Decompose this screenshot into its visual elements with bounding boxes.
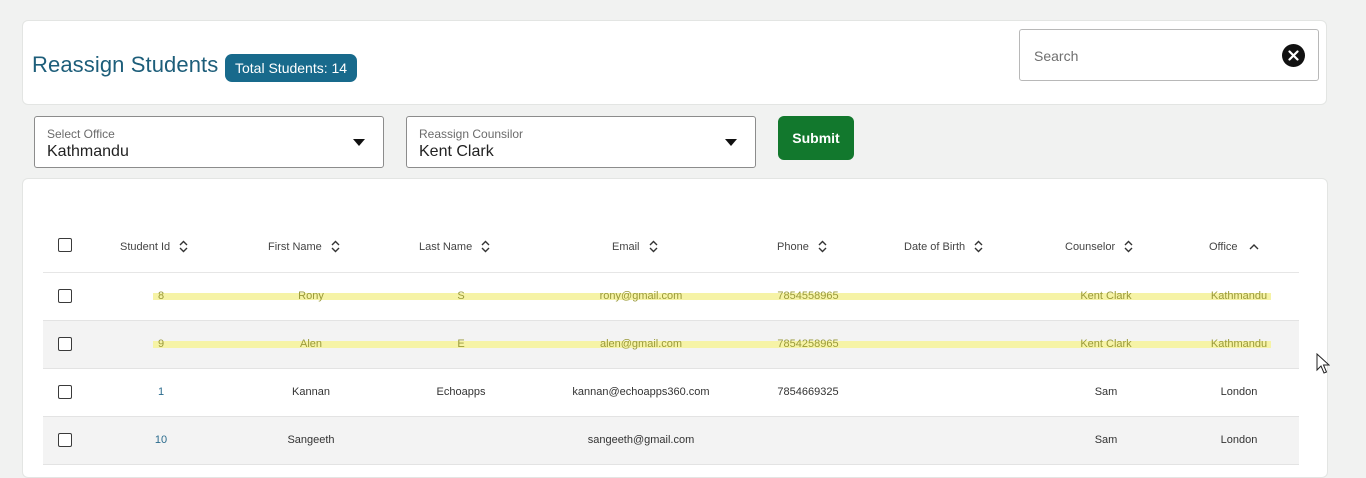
counselor-select[interactable]: Reassign Counsilor Kent Clark <box>406 116 756 168</box>
cell-email: kannan@echoapps360.com <box>572 386 710 398</box>
cell-office: London <box>1220 434 1258 446</box>
chevron-down-icon <box>725 139 737 146</box>
sort-icon <box>179 240 188 253</box>
cell-email: alen@gmail.com <box>599 338 683 350</box>
row-checkbox[interactable] <box>58 433 72 447</box>
clear-search-button[interactable] <box>1282 44 1305 67</box>
cell-first-name: Rony <box>298 290 324 302</box>
cell-email: rony@gmail.com <box>599 290 683 302</box>
cell-phone: 7854258965 <box>777 338 839 350</box>
submit-button[interactable]: Submit <box>778 116 854 160</box>
cell-last-name: Echoapps <box>436 386 486 398</box>
cell-student-id[interactable]: 9 <box>158 321 164 368</box>
search-input[interactable] <box>1032 44 1276 68</box>
sort-icon <box>481 240 490 253</box>
cell-phone: 7854669325 <box>777 386 839 398</box>
office-select-value: Kathmandu <box>47 143 129 160</box>
cell-student-id[interactable]: 8 <box>158 273 164 320</box>
row-checkbox[interactable] <box>58 289 72 303</box>
sort-icon <box>1124 240 1133 253</box>
mouse-pointer-icon <box>1316 353 1330 374</box>
cell-phone: 7854558965 <box>777 290 839 302</box>
header-card: Reassign Students Total Students: 14 <box>22 20 1327 105</box>
office-select-label: Select Office <box>47 127 115 141</box>
column-header-phone[interactable]: Phone <box>777 221 827 272</box>
counselor-select-value: Kent Clark <box>419 143 494 160</box>
counselor-select-label: Reassign Counsilor <box>419 127 524 141</box>
cell-office: London <box>1220 386 1258 398</box>
column-header-counselor[interactable]: Counselor <box>1065 221 1133 272</box>
column-header-student-id[interactable]: Student Id <box>120 221 188 272</box>
table-header: Student Id First Name Last Name Email Ph… <box>43 221 1299 273</box>
table-row[interactable]: 1 Kannan Echoapps kannan@echoapps360.com… <box>43 369 1299 417</box>
search-box <box>1019 29 1319 81</box>
column-header-last-name[interactable]: Last Name <box>419 221 490 272</box>
cell-counselor: Kent Clark <box>1080 290 1132 302</box>
row-checkbox[interactable] <box>58 385 72 399</box>
sort-icon <box>331 240 340 253</box>
page-title: Reassign Students <box>32 52 219 77</box>
column-header-date-of-birth[interactable]: Date of Birth <box>904 221 983 272</box>
cell-student-id[interactable]: 10 <box>155 417 167 464</box>
cell-first-name: Kannan <box>292 386 330 398</box>
cell-student-id[interactable]: 1 <box>158 369 164 416</box>
total-students-badge: Total Students: 14 <box>225 54 358 82</box>
sort-icon <box>818 240 827 253</box>
column-header-office[interactable]: Office <box>1209 221 1259 272</box>
cell-counselor: Sam <box>1094 386 1118 398</box>
sort-ascending-icon <box>1249 243 1259 249</box>
cell-first-name: Sangeeth <box>287 434 335 446</box>
table-row[interactable]: 10 Sangeeth sangeeth@gmail.com Sam Londo… <box>43 417 1299 465</box>
cell-last-name: S <box>457 290 465 302</box>
sort-icon <box>649 240 658 253</box>
table-row[interactable]: 8 Rony S rony@gmail.com 7854558965 Kent … <box>43 273 1299 321</box>
cell-last-name: E <box>457 338 465 350</box>
cell-first-name: Alen <box>299 338 323 350</box>
table-row[interactable]: 9 Alen E alen@gmail.com 7854258965 Kent … <box>43 321 1299 369</box>
cell-office: Kathmandu <box>1210 290 1268 302</box>
cell-office: Kathmandu <box>1210 338 1268 350</box>
cell-email: sangeeth@gmail.com <box>587 434 695 446</box>
chevron-down-icon <box>353 139 365 146</box>
students-table-card: Student Id First Name Last Name Email Ph… <box>22 178 1328 478</box>
office-select[interactable]: Select Office Kathmandu <box>34 116 384 168</box>
cell-counselor: Kent Clark <box>1080 338 1132 350</box>
column-header-email[interactable]: Email <box>612 221 658 272</box>
column-header-first-name[interactable]: First Name <box>268 221 340 272</box>
cell-counselor: Sam <box>1094 434 1118 446</box>
row-checkbox[interactable] <box>58 337 72 351</box>
close-icon <box>1288 50 1299 61</box>
sort-icon <box>974 240 983 253</box>
select-all-checkbox[interactable] <box>58 238 72 252</box>
